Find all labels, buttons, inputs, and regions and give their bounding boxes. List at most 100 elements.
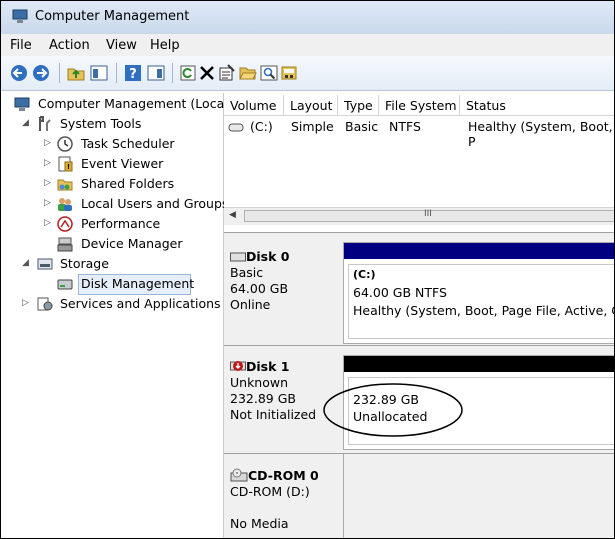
tree-item-label: Local Users and Groups — [81, 196, 229, 211]
computer-management-window: Computer Management File Action View Hel… — [0, 0, 615, 539]
partition-c-box[interactable]: (C:) 64.00 GB NTFS Healthy (System, Boot… — [348, 264, 615, 339]
system-tools-icon — [39, 116, 51, 131]
tree-item-label: Event Viewer — [81, 156, 164, 171]
tree-item-label: Shared Folders — [81, 176, 175, 191]
partition-status: Healthy (System, Boot, Page File, Active… — [353, 303, 615, 318]
cdrom-0-state: No Media — [230, 516, 289, 531]
disk-icon — [230, 252, 246, 262]
file-system-cell: NTFS — [389, 119, 421, 134]
tree-item-task-scheduler[interactable]: ▷ Task Scheduler — [1, 134, 223, 154]
expand-arrow-icon[interactable]: ▷ — [44, 198, 51, 208]
collapse-arrow-icon[interactable]: ◢ — [22, 258, 29, 268]
column-header-layout[interactable]: Layout — [283, 95, 337, 115]
expand-arrow-icon[interactable]: ▷ — [22, 298, 29, 308]
column-header-file-system[interactable]: File System — [378, 95, 459, 115]
event-viewer-icon: ! — [58, 156, 73, 172]
disk-0-partition[interactable]: (C:) 64.00 GB NTFS Healthy (System, Boot… — [343, 242, 615, 344]
expand-arrow-icon[interactable]: ▷ — [44, 138, 51, 148]
cdrom-0-label[interactable]: CD-ROM 0 CD-ROM (D:) No Media — [230, 468, 340, 532]
column-header-status[interactable]: Status — [459, 95, 614, 115]
open-folder-icon[interactable] — [239, 64, 257, 82]
tree-item-label: System Tools — [60, 116, 142, 131]
type-cell: Basic — [345, 119, 379, 134]
disk-0-size: 64.00 GB — [230, 281, 289, 296]
svg-text:?: ? — [129, 67, 137, 82]
tree-item-device-manager[interactable]: Device Manager — [1, 234, 223, 254]
tree-item-computer-management[interactable]: Computer Management (Local — [1, 94, 228, 114]
properties-icon[interactable] — [218, 64, 236, 82]
tree-item-local-users-groups[interactable]: ▷ Local Users and Groups — [1, 194, 228, 214]
toolbar-separator — [172, 63, 173, 83]
cdrom-0-name: CD-ROM 0 — [248, 468, 319, 483]
volume-list-header: Volume Layout Type File System Status — [224, 95, 614, 116]
tree-item-label: Storage — [60, 256, 109, 271]
menu-view[interactable]: View — [106, 38, 137, 53]
services-icon — [37, 297, 53, 311]
tree-item-storage[interactable]: ◢ Storage — [1, 254, 223, 274]
title-bar[interactable]: Computer Management — [1, 1, 614, 34]
svg-text:!: ! — [67, 163, 70, 171]
disk-0-label[interactable]: Disk 0 Basic 64.00 GB Online — [230, 249, 340, 313]
layout-cell: Simple — [291, 119, 334, 134]
partition-size: 64.00 GB NTFS — [353, 285, 447, 300]
refresh-icon[interactable] — [179, 64, 197, 82]
tree-item-label: Disk Management — [81, 276, 195, 291]
disk-0-type: Basic — [230, 265, 264, 280]
delete-icon[interactable] — [198, 64, 216, 82]
tree-item-shared-folders[interactable]: ▷ Shared Folders — [1, 174, 223, 194]
tree-item-services-applications[interactable]: ▷ Services and Applications — [1, 294, 223, 314]
up-folder-icon[interactable] — [67, 64, 85, 82]
window-title: Computer Management — [35, 9, 190, 24]
tree-item-label: Services and Applications — [60, 296, 221, 311]
search-icon[interactable] — [260, 64, 278, 82]
help-icon[interactable]: ? — [124, 64, 142, 82]
horizontal-scrollbar[interactable]: ◀ III — [224, 207, 614, 225]
toolbar: ? — [1, 56, 614, 91]
collapse-arrow-icon[interactable]: ◢ — [22, 118, 29, 128]
expand-arrow-icon[interactable]: ▷ — [44, 178, 51, 188]
console-tree: Computer Management (Local ◢ System Tool… — [1, 93, 228, 538]
menu-file[interactable]: File — [10, 38, 32, 53]
cdrom-0-drive: CD-ROM (D:) — [230, 484, 310, 499]
forward-icon[interactable] — [32, 64, 50, 82]
partition-stripe — [344, 356, 614, 372]
menu-bar: File Action View Help — [1, 34, 614, 56]
expand-arrow-icon[interactable]: ▷ — [44, 218, 51, 228]
partition-label: (C:) — [353, 268, 376, 281]
tree-item-event-viewer[interactable]: ▷ ! Event Viewer — [1, 154, 223, 174]
back-icon[interactable] — [10, 64, 28, 82]
menu-action[interactable]: Action — [49, 38, 90, 53]
tree-item-label: Computer Management (Local — [38, 96, 228, 111]
tree-item-performance[interactable]: ▷ Performance — [1, 214, 223, 234]
expand-arrow-icon[interactable]: ▷ — [44, 158, 51, 168]
disk-settings-icon[interactable] — [280, 64, 298, 82]
storage-icon — [37, 258, 53, 270]
users-icon — [58, 198, 72, 211]
properties-pane-icon[interactable] — [147, 64, 165, 82]
disk-0-state: Online — [230, 297, 271, 312]
tree-item-disk-management[interactable]: Disk Management — [1, 274, 223, 294]
computer-management-icon — [14, 97, 30, 111]
partition-stripe — [344, 243, 614, 259]
disk-1-name: Disk 1 — [246, 359, 290, 374]
show-hide-tree-icon[interactable] — [90, 64, 108, 82]
uninitialized-disk-icon — [230, 361, 246, 371]
tree-item-system-tools[interactable]: ◢ System Tools — [1, 114, 223, 134]
toolbar-separator — [59, 63, 60, 83]
highlight-ellipse — [323, 383, 463, 437]
computer-management-icon — [12, 9, 28, 23]
shared-folders-icon — [57, 179, 73, 191]
scroll-grip: III — [424, 209, 432, 219]
scroll-left-arrow-icon[interactable]: ◀ — [229, 210, 236, 220]
cdrom-icon — [230, 468, 248, 482]
clock-icon — [57, 136, 73, 152]
menu-help[interactable]: Help — [150, 38, 180, 53]
status-cell: Healthy (System, Boot, P — [468, 119, 613, 149]
disk-0-name: Disk 0 — [246, 249, 290, 264]
column-header-volume[interactable]: Volume — [224, 95, 283, 115]
disk-graphical-view: Disk 0 Basic 64.00 GB Online (C:) 64.00 … — [224, 232, 615, 538]
toolbar-separator — [116, 63, 117, 83]
tree-item-label: Performance — [81, 216, 161, 231]
tree-item-label: Device Manager — [81, 236, 183, 251]
column-header-type[interactable]: Type — [337, 95, 378, 115]
